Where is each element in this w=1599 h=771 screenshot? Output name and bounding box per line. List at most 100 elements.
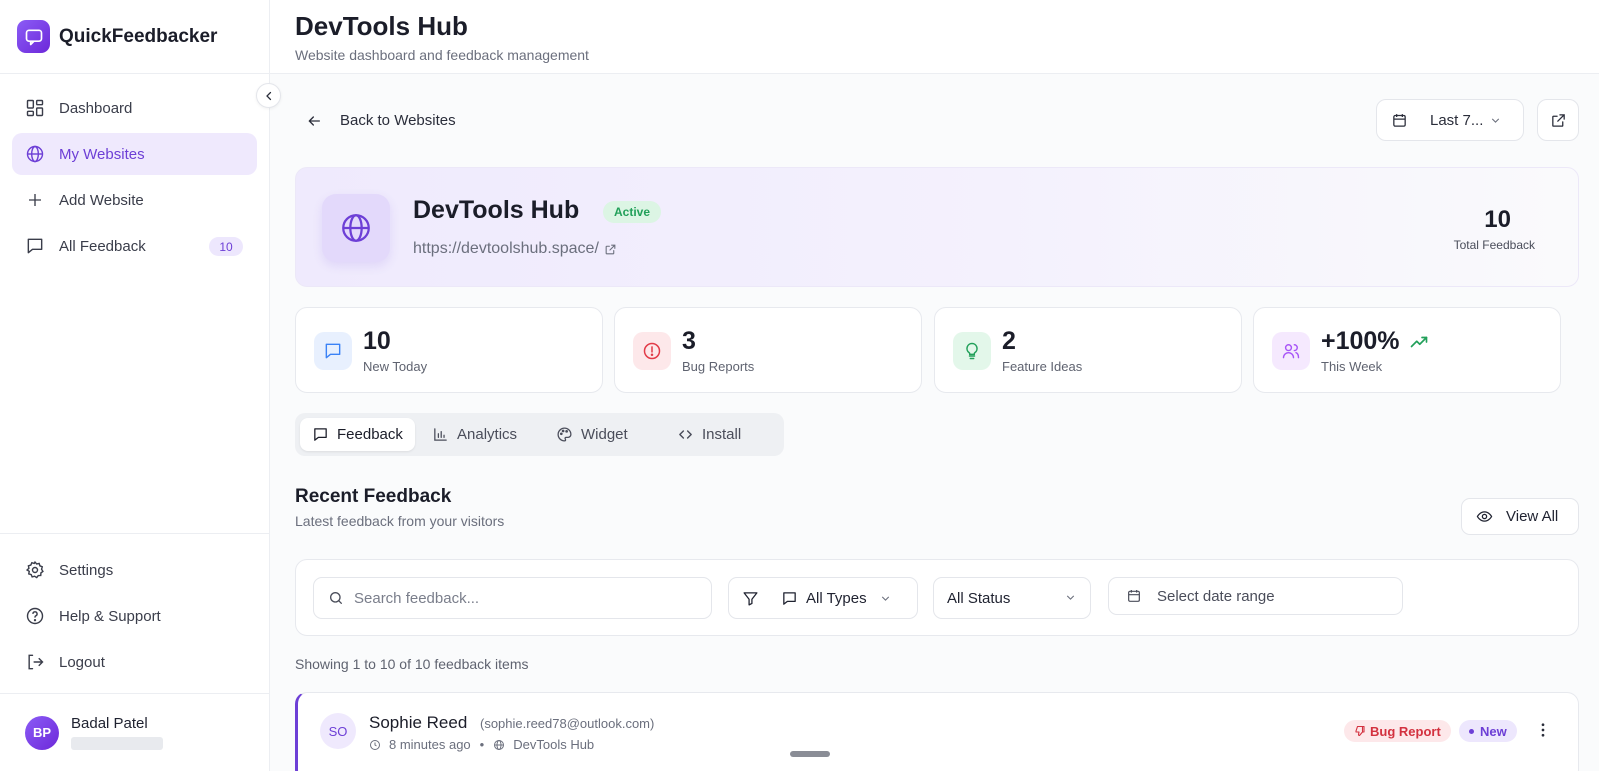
stat-value: 2 (1002, 327, 1016, 356)
thumbs-down-icon (1354, 725, 1366, 737)
status-badge: New (1459, 720, 1517, 742)
message-icon (781, 590, 798, 607)
arrow-left-icon (306, 113, 322, 129)
logo-icon (17, 20, 50, 53)
type-filter-value: All Types (806, 589, 867, 607)
avatar: SO (320, 713, 356, 749)
website-name: DevTools Hub (413, 196, 580, 224)
tab-bar: Feedback Analytics Widget Install (295, 413, 784, 456)
stat-card-feature-ideas: 2 Feature Ideas (934, 307, 1242, 393)
palette-icon (556, 426, 573, 443)
search-input[interactable] (354, 589, 694, 607)
sidebar-item-label: Add Website (59, 191, 144, 209)
page-title: DevTools Hub (295, 11, 468, 41)
plus-icon (25, 190, 45, 210)
status-dot (1469, 728, 1474, 734)
date-range-picker[interactable]: Select date range (1108, 577, 1403, 615)
section-subtitle: Latest feedback from your visitors (295, 513, 505, 529)
filter-icon (742, 590, 759, 607)
brand-name: QuickFeedbacker (59, 25, 218, 47)
total-feedback-label: Total Feedback (1453, 238, 1535, 252)
message-icon (312, 426, 329, 443)
trending-up-icon (1410, 335, 1428, 349)
sidebar-item-logout[interactable]: Logout (12, 641, 258, 683)
page-header: DevTools Hub Website dashboard and feedb… (270, 0, 1599, 74)
website-url-link[interactable]: https://devtoolshub.space/ (413, 240, 617, 258)
sidebar-item-all-feedback[interactable]: All Feedback 10 (12, 225, 257, 267)
stat-value: 3 (682, 327, 696, 356)
clock-icon (369, 739, 381, 751)
back-label: Back to Websites (340, 112, 456, 129)
back-to-websites-link[interactable]: Back to Websites (306, 112, 456, 129)
feedback-author-name: Sophie Reed (369, 713, 468, 732)
total-feedback-value: 10 (1484, 206, 1511, 233)
feedback-author-email: (sophie.reed78@outlook.com) (480, 716, 655, 731)
stat-label: Bug Reports (682, 359, 755, 374)
user-info: Badal Patel (71, 715, 163, 750)
sidebar: QuickFeedbacker Dashboard My Websites Ad… (0, 0, 270, 771)
tab-feedback[interactable]: Feedback (300, 418, 415, 451)
separator-dot: • (479, 737, 485, 752)
section-title: Recent Feedback (295, 486, 452, 507)
calendar-icon (1126, 588, 1142, 604)
filter-bar: All Types All Status Select date range (295, 559, 1579, 636)
open-site-button[interactable] (1537, 99, 1579, 141)
feedback-site: DevTools Hub (513, 737, 595, 752)
stat-value: 10 (363, 327, 391, 356)
avatar: BP (25, 715, 59, 750)
more-options-button[interactable] (1534, 721, 1552, 739)
stat-value-text: +100% (1321, 327, 1400, 355)
message-icon (314, 332, 352, 370)
brand[interactable]: QuickFeedbacker (0, 0, 269, 74)
lightbulb-icon (953, 332, 991, 370)
tab-install[interactable]: Install (677, 418, 741, 451)
type-badge-label: Bug Report (1370, 723, 1441, 739)
search-box[interactable] (313, 577, 712, 619)
chevron-down-icon (1489, 114, 1502, 127)
alert-circle-icon (633, 332, 671, 370)
help-icon (25, 606, 45, 626)
tab-label: Install (702, 426, 742, 443)
status-filter-select[interactable]: All Status (933, 577, 1091, 619)
tab-label: Feedback (337, 426, 403, 443)
website-summary-card: DevTools Hub Active https://devtoolshub.… (295, 167, 1579, 287)
view-all-button[interactable]: View All (1461, 498, 1579, 535)
feedback-meta: 8 minutes ago • DevTools Hub (369, 737, 594, 752)
secondary-nav: Settings Help & Support Logout (0, 533, 270, 687)
sidebar-item-dashboard[interactable]: Dashboard (12, 87, 257, 129)
bar-chart-icon (432, 426, 449, 443)
tab-analytics[interactable]: Analytics (432, 418, 517, 451)
external-link-icon (1551, 113, 1565, 127)
users-icon (1272, 332, 1310, 370)
external-link-icon (604, 243, 617, 256)
search-icon (328, 590, 344, 606)
tab-label: Widget (581, 426, 628, 443)
sidebar-item-label: Help & Support (59, 607, 161, 625)
sidebar-item-add-website[interactable]: Add Website (12, 179, 257, 221)
sidebar-item-settings[interactable]: Settings (12, 549, 258, 591)
globe-icon (493, 739, 505, 751)
stat-card-this-week: +100% This Week (1253, 307, 1561, 393)
sidebar-item-my-websites[interactable]: My Websites (12, 133, 257, 175)
date-range-label: Last 7... (1430, 111, 1484, 129)
stat-value-text: 2 (1002, 327, 1016, 355)
main-content: Back to Websites Last 7... DevTools Hub … (270, 74, 1599, 771)
website-url: https://devtoolshub.space/ (413, 240, 599, 257)
feedback-item[interactable]: SO Sophie Reed (sophie.reed78@outlook.co… (295, 692, 1579, 771)
stat-card-new-today: 10 New Today (295, 307, 603, 393)
user-profile[interactable]: BP Badal Patel (0, 693, 270, 771)
stat-value-text: 3 (682, 327, 696, 355)
type-filter-select[interactable]: All Types (728, 577, 918, 619)
sidebar-item-help[interactable]: Help & Support (12, 595, 258, 637)
scroll-handle[interactable] (790, 751, 830, 757)
stat-value-text: 10 (363, 327, 391, 355)
stat-label: This Week (1321, 359, 1383, 374)
stat-card-bug-reports: 3 Bug Reports (614, 307, 922, 393)
type-badge: Bug Report (1344, 720, 1451, 742)
gear-icon (25, 560, 45, 580)
tab-widget[interactable]: Widget (556, 418, 628, 451)
date-range-select[interactable]: Last 7... (1376, 99, 1524, 141)
chevron-down-icon (879, 592, 892, 605)
view-all-label: View All (1506, 508, 1559, 525)
logout-icon (25, 652, 45, 672)
